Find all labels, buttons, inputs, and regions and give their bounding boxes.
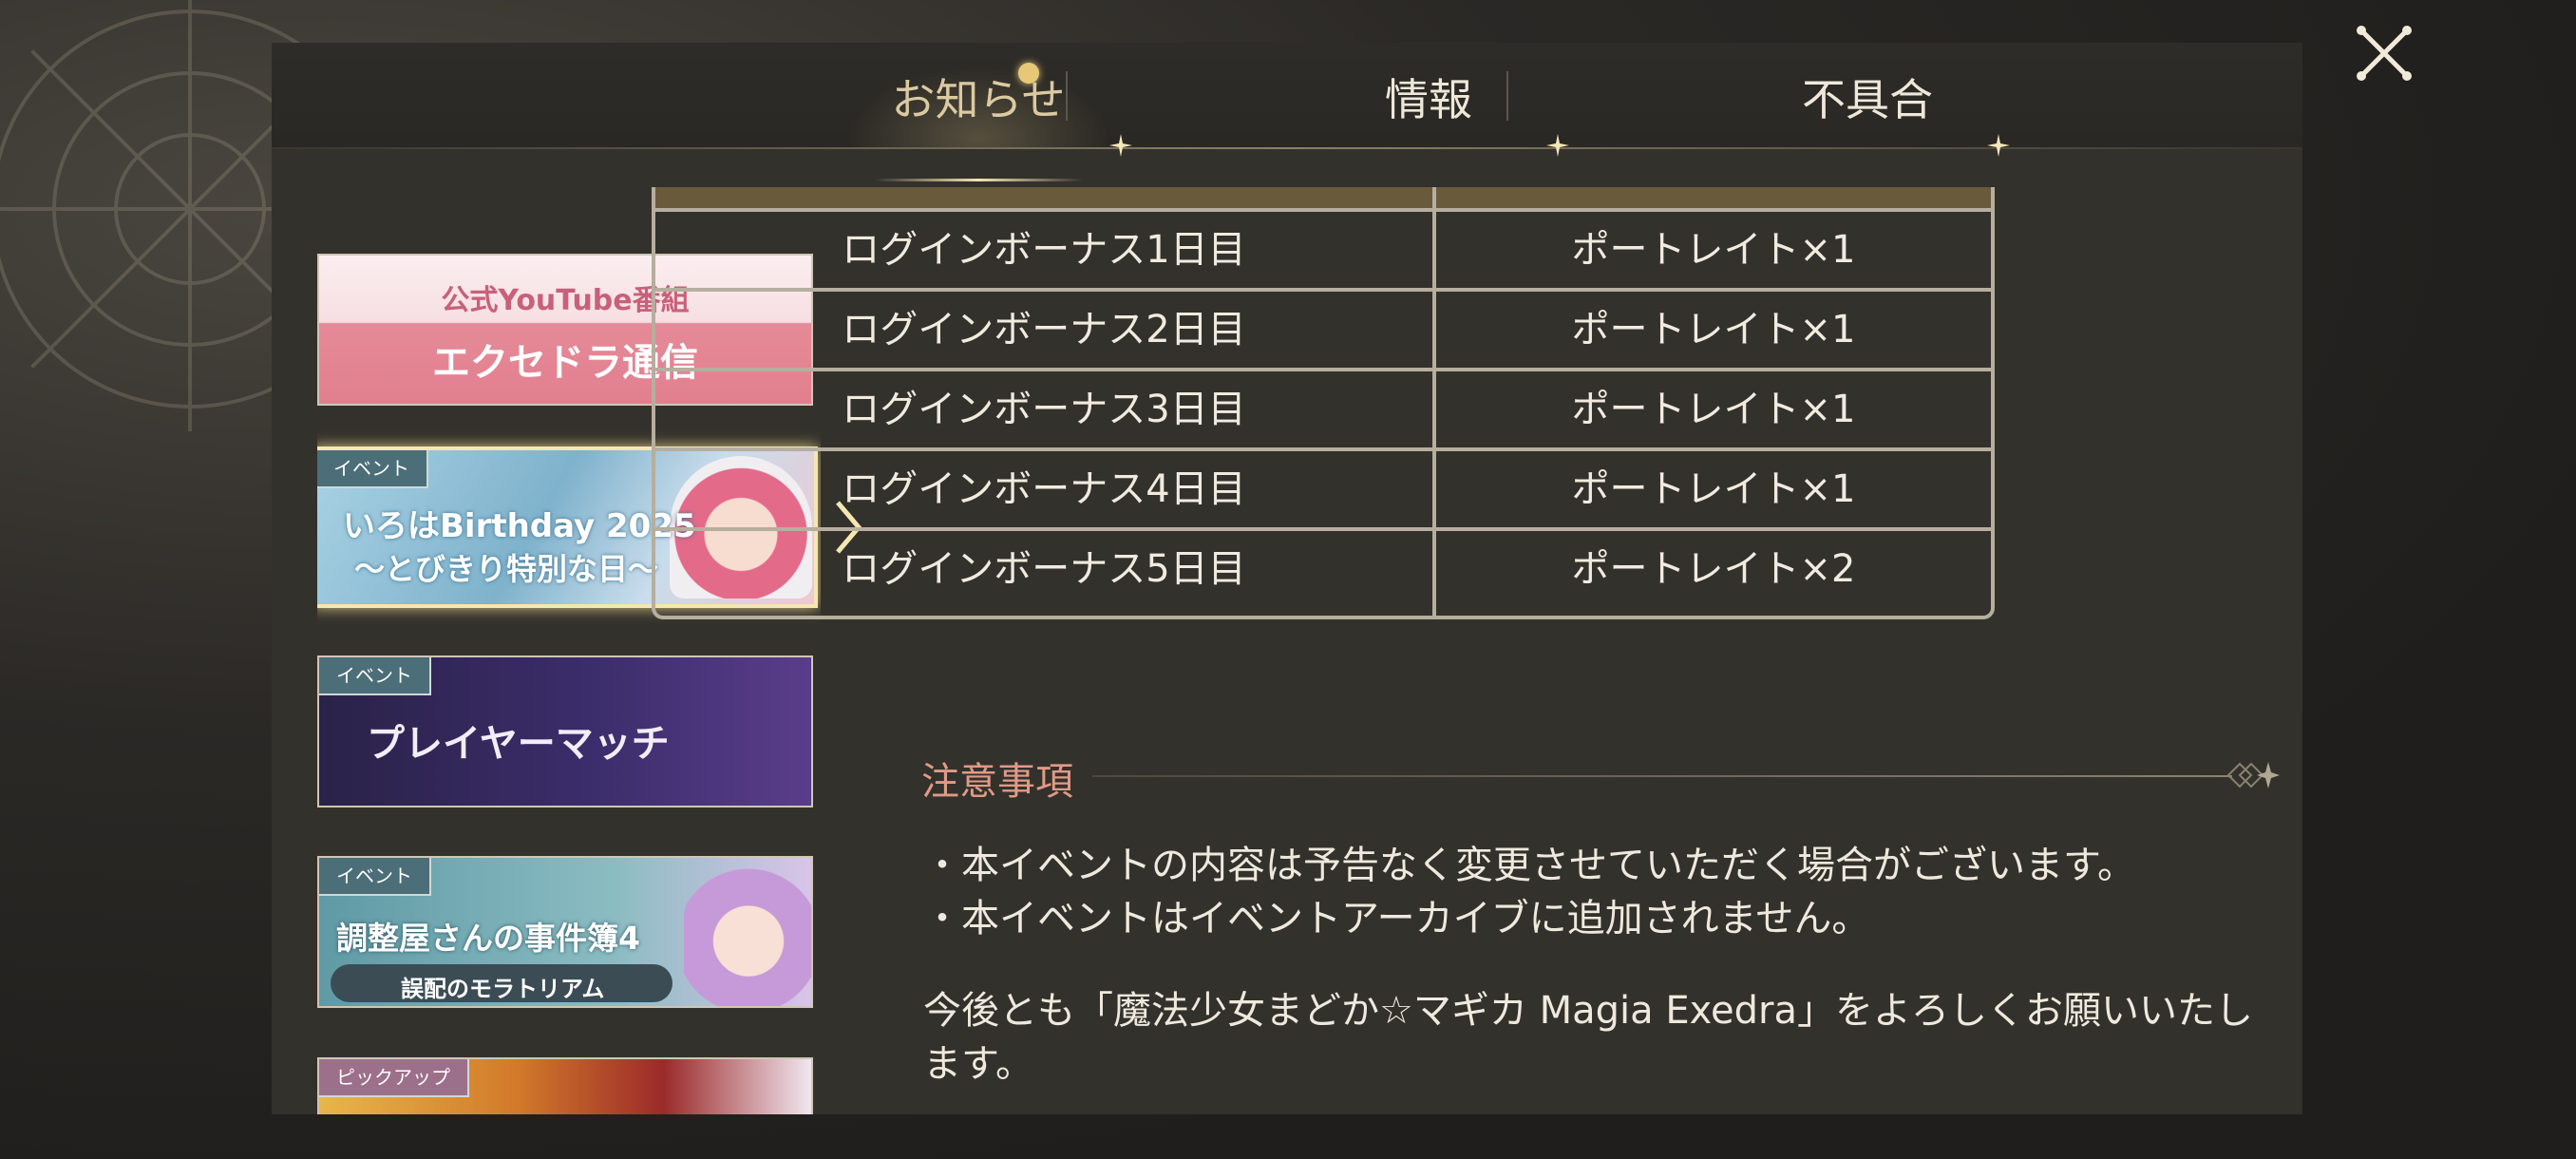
- table-row: ログインボーナス3日目 ポートレイト×1: [655, 368, 1991, 447]
- banner-tag: イベント: [319, 858, 431, 896]
- sparkle-star-icon: [1987, 134, 2010, 157]
- sparkle-star-icon: [1546, 134, 1569, 157]
- tab-info-label: 情報: [1385, 74, 1472, 125]
- notes-heading: 注意事項: [921, 760, 1073, 804]
- tab-separator: [1506, 71, 1508, 121]
- active-tab-underline: [874, 179, 1083, 181]
- banner-title: いろはBirthday 2025: [343, 507, 696, 545]
- table-row: ログインボーナス4日目 ポートレイト×1: [655, 447, 1991, 527]
- banner-tag: イベント: [319, 657, 431, 695]
- table-cell-condition: ログインボーナス1日目: [842, 228, 1246, 272]
- table-cell-reward: ポートレイト×1: [1571, 308, 1856, 352]
- table-row: ログインボーナス1日目 ポートレイト×1: [655, 208, 1991, 288]
- sparkle-star-icon: [1109, 134, 1132, 157]
- tab-info[interactable]: 情報: [1286, 71, 1571, 128]
- note-item: ・本イベントの内容は予告なく変更させていただく場合がございます。: [923, 844, 2135, 887]
- banner-pickup[interactable]: ピックアップ: [317, 1057, 813, 1114]
- tab-separator: [1066, 71, 1068, 121]
- banner-tag: イベント: [317, 450, 428, 488]
- close-icon[interactable]: [2350, 19, 2418, 87]
- banner-subtitle: 誤配のモラトリアム: [401, 976, 605, 1002]
- banner-chouseiya-casebook[interactable]: イベント 調整屋さんの事件簿4 誤配のモラトリアム: [317, 856, 813, 1008]
- table-row: ログインボーナス2日目 ポートレイト×1: [655, 288, 1991, 368]
- note-item: ・本イベントはイベントアーカイブに追加されません。: [923, 897, 1870, 940]
- table-cell-reward: ポートレイト×1: [1571, 467, 1856, 511]
- table-cell-reward: ポートレイト×2: [1571, 547, 1856, 591]
- tab-bugs-label: 不具合: [1802, 74, 1933, 125]
- banner-tag: ピックアップ: [319, 1059, 469, 1097]
- tab-bar: お知らせ 情報 不具合: [272, 43, 2302, 181]
- table-cell-reward: ポートレイト×1: [1571, 388, 1856, 431]
- notes-divider: [1092, 775, 2232, 777]
- tab-bugs[interactable]: 不具合: [1725, 71, 2010, 128]
- table-cell-condition: ログインボーナス4日目: [842, 467, 1246, 511]
- banner-player-match[interactable]: イベント プレイヤーマッチ: [317, 656, 813, 808]
- diamond-ornament-icon: [2226, 762, 2280, 788]
- banner-title: 調整屋さんの事件簿4: [336, 920, 640, 957]
- closing-message: 今後とも「魔法少女まどか☆マギカ Magia Exedra」をよろしくお願いいた…: [923, 989, 2253, 1086]
- banner-title: プレイヤーマッチ: [367, 722, 670, 766]
- reward-table: ログインボーナス1日目 ポートレイト×1 ログインボーナス2日目 ポートレイト×…: [652, 187, 1995, 619]
- banner-subtitle: 〜とびきり特別な日〜: [354, 551, 659, 587]
- table-cell-reward: ポートレイト×1: [1571, 228, 1856, 272]
- tab-notices[interactable]: お知らせ: [836, 62, 1121, 181]
- table-cell-condition: ログインボーナス3日目: [842, 388, 1246, 431]
- table-cell-condition: ログインボーナス2日目: [842, 308, 1246, 352]
- tab-notices-label: お知らせ: [891, 74, 1066, 125]
- table-cell-condition: ログインボーナス5日目: [842, 547, 1246, 591]
- character-portrait: [684, 862, 811, 1006]
- table-row: ログインボーナス5日目 ポートレイト×2: [655, 527, 1991, 607]
